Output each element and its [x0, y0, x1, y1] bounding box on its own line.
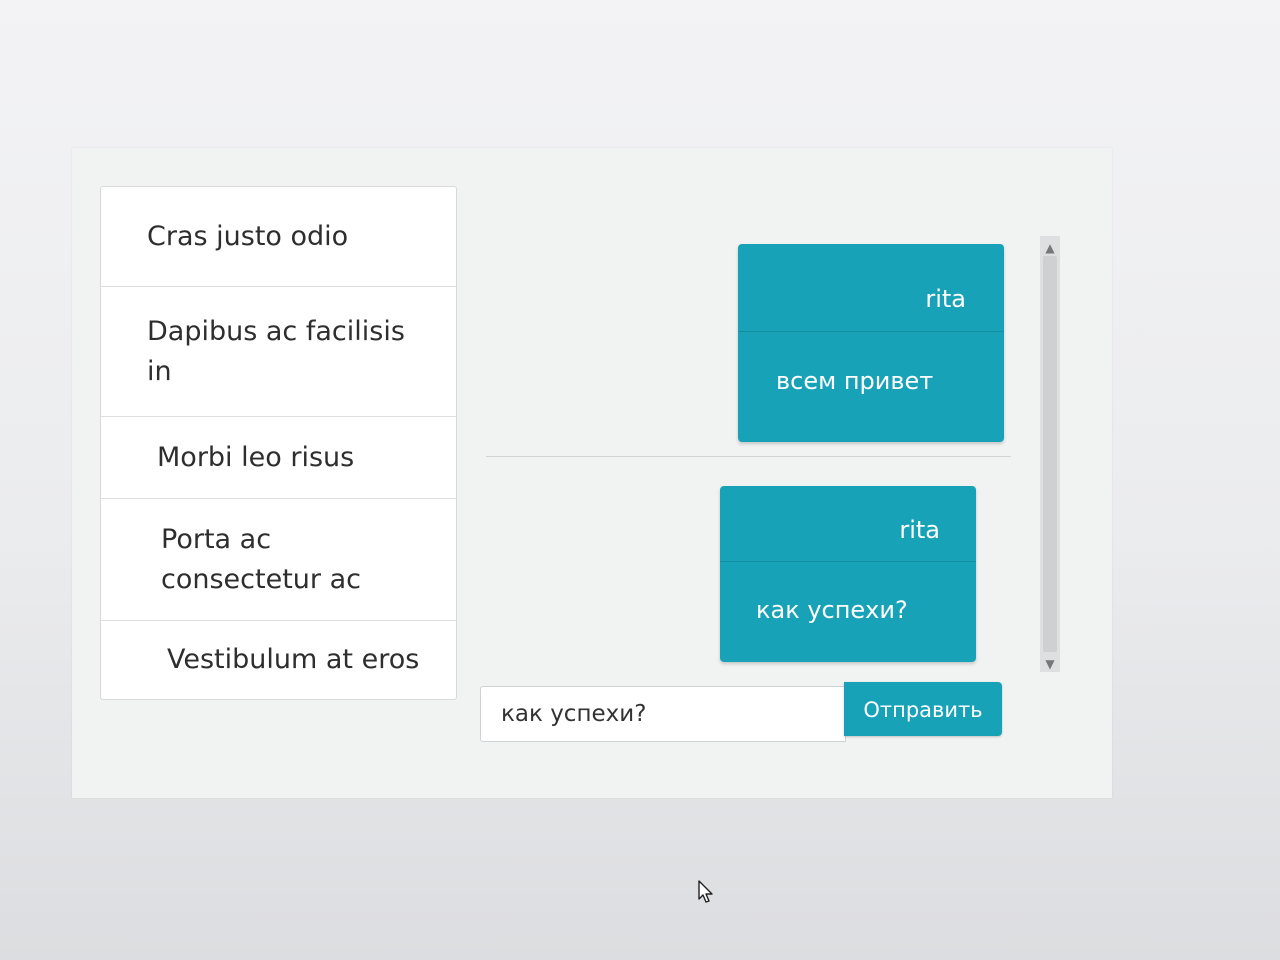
mouse-pointer-icon [698, 880, 713, 903]
list-item-label: Vestibulum at eros [167, 644, 420, 675]
list-item-label: Morbi leo risus [157, 441, 355, 473]
list-item[interactable]: Vestibulum at eros [101, 621, 456, 699]
scrollbar-thumb[interactable] [1043, 256, 1057, 652]
message-author: rita [738, 244, 1004, 332]
chat-message: rita всем привет [738, 244, 1004, 442]
list-item[interactable]: Morbi leo risus [101, 417, 456, 499]
send-button[interactable]: Отправить [844, 682, 1002, 736]
list-item-label: Dapibus ac facilisis in [147, 315, 405, 387]
message-text: всем привет [776, 367, 934, 395]
scroll-up-arrow-icon[interactable]: ▲ [1042, 240, 1058, 256]
list-item[interactable]: Dapibus ac facilisis in [101, 287, 456, 417]
list-item[interactable]: Cras justo odio [101, 187, 456, 287]
message-divider [486, 456, 1011, 457]
scroll-down-arrow-icon[interactable]: ▼ [1042, 656, 1058, 672]
list-item[interactable]: Porta ac consectetur ac [101, 499, 456, 621]
list-group: Cras justo odio Dapibus ac facilisis in … [100, 186, 457, 700]
list-item-label: Porta ac consectetur ac [161, 523, 361, 595]
screen: Cras justo odio Dapibus ac facilisis in … [0, 0, 1280, 960]
chat-message: rita как успехи? [720, 486, 976, 662]
message-input[interactable] [480, 686, 846, 742]
list-item-label: Cras justo odio [147, 220, 349, 252]
message-text: как успехи? [756, 596, 908, 624]
message-author: rita [720, 486, 976, 562]
